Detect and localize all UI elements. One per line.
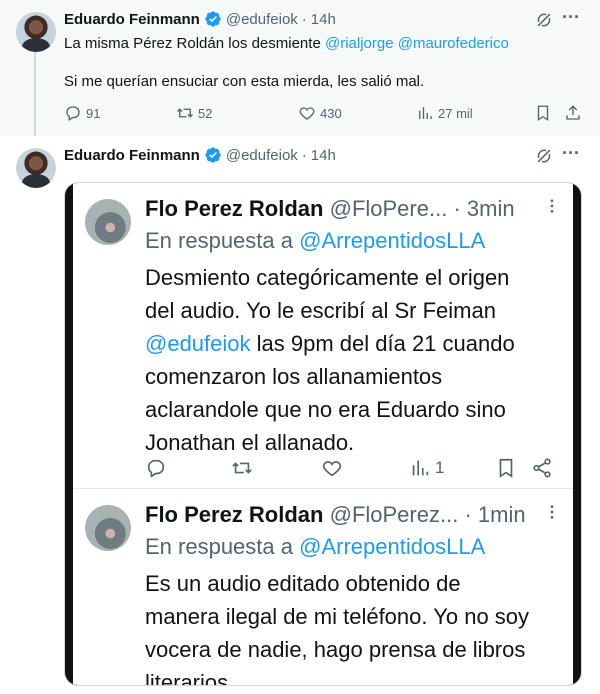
tweet-text-line2: Si me querían ensuciar con esta mierda, … [64,73,425,90]
separator: · [301,146,307,164]
text-line: comenzaron los allanamientos [145,364,443,389]
views-icon: 1 [409,457,444,479]
text-line: manera ilegal de mi teléfono. Yo no soy [145,604,530,629]
attached-image[interactable]: Flo Perez Roldan @FloPere... · 3min En r… [64,182,582,686]
separator: · [464,502,472,527]
embedded-author-name: Flo Perez Roldan [145,502,324,527]
reply-to-mention: @ArrepentidosLLA [299,534,486,559]
thread-line [34,52,36,136]
author-handle[interactable]: @edufeiok [226,147,298,164]
avatar[interactable] [16,148,56,188]
embedded-author-name: Flo Perez Roldan [145,196,324,221]
reply-context: En respuesta a @ArrepentidosLLA [145,533,485,561]
retweet-icon [231,457,257,479]
views-count: 27 mil [438,105,473,121]
views-button[interactable]: 27 mil [416,104,473,122]
separator: · [453,196,461,221]
reply-context: En respuesta a @ArrepentidosLLA [145,227,485,255]
body-mention: @edufeiok [145,331,251,356]
text-line: Jonathan el allanado. [145,430,355,455]
tweet-header: Eduardo Feinmann @edufeiok · 14h [64,146,336,164]
retweet-count: 52 [198,105,213,121]
embedded-timestamp: 1min [477,502,526,527]
mention-link[interactable]: @rialjorge [325,35,394,52]
retweet-icon [177,108,193,118]
embedded-post-text: Desmiento categóricamente el origen del … [145,261,565,459]
reply-icon [66,106,80,121]
text-line: Es un audio editado obtenido de [145,571,461,596]
bookmark-icon [495,457,521,479]
author-name[interactable]: Eduardo Feinmann [64,11,200,28]
timestamp[interactable]: 14h [311,147,336,164]
tweet-2[interactable]: Eduardo Feinmann @edufeiok · 14h ··· Flo… [0,136,600,694]
grok-icon[interactable] [534,10,554,30]
tweet-text-prefix: La misma Pérez Roldán los desmiente [64,35,325,52]
text-line-part: las 9pm del día 21 cuando [256,331,515,356]
text-line: vocera de nadie, hago prensa de libros [145,637,526,662]
views-icon [419,107,432,119]
embedded-post-header: Flo Perez Roldan @FloPere... · 3min [145,195,515,223]
text-line: del audio. Yo le escribí al Sr Feiman [145,298,496,323]
tweet-header: Eduardo Feinmann @edufeiok · 14h [64,10,336,28]
retweet-button[interactable]: 52 [176,104,212,122]
share-icon [531,457,557,479]
author-name[interactable]: Eduardo Feinmann [64,147,200,164]
embedded-post-text: Es un audio editado obtenido de manera i… [145,567,581,686]
text-line: Desmiento categóricamente el origen [145,265,510,290]
like-icon [299,107,315,120]
avatar[interactable] [16,12,56,52]
like-count: 430 [320,105,342,121]
separator: · [301,10,307,28]
reply-to-mention: @ArrepentidosLLA [299,228,486,253]
bookmark-icon[interactable] [534,104,552,122]
reply-count: 91 [86,105,101,121]
mention-link[interactable]: @maurofederico [398,35,509,52]
tweet-text: La misma Pérez Roldán los desmiente @ria… [64,34,584,54]
like-button[interactable]: 430 [298,104,342,122]
verified-badge-icon [205,147,221,163]
embedded-action-bar: 1 [145,457,555,479]
screenshot-content: Flo Perez Roldan @FloPere... · 3min En r… [65,183,581,685]
embedded-author-handle: @FloPere... [329,196,448,221]
more-icon [550,505,554,519]
more-icon[interactable]: ··· [560,144,582,166]
embedded-post-2: Flo Perez Roldan @FloPerez... · 1min En … [73,488,573,685]
more-icon[interactable]: ··· [560,8,582,30]
text-line: literarios [145,670,229,686]
reply-prefix: En respuesta a [145,534,300,559]
share-icon[interactable] [564,104,582,122]
reply-button[interactable]: 91 [64,104,100,122]
timestamp[interactable]: 14h [311,11,336,28]
action-bar: 91 52 430 27 mil [64,104,584,124]
avatar [85,505,131,551]
verified-badge-icon [205,11,221,27]
embedded-author-handle: @FloPerez... [329,502,459,527]
reply-icon [145,457,171,479]
reply-prefix: En respuesta a [145,228,300,253]
embedded-post-header: Flo Perez Roldan @FloPerez... · 1min [145,501,526,529]
tweet-1[interactable]: Eduardo Feinmann @edufeiok · 14h ··· La … [0,0,600,136]
author-handle[interactable]: @edufeiok [226,11,298,28]
embedded-timestamp: 3min [466,196,515,221]
avatar [85,199,131,245]
embedded-post-1: Flo Perez Roldan @FloPere... · 3min En r… [73,183,573,488]
text-line: @edufeiok las 9pm del día 21 cuando [145,327,565,360]
grok-icon[interactable] [534,146,554,166]
views-count: 1 [435,458,445,477]
like-icon [321,457,347,479]
text-line: aclarandole que no era Eduardo sino [145,397,506,422]
more-icon [550,199,554,213]
